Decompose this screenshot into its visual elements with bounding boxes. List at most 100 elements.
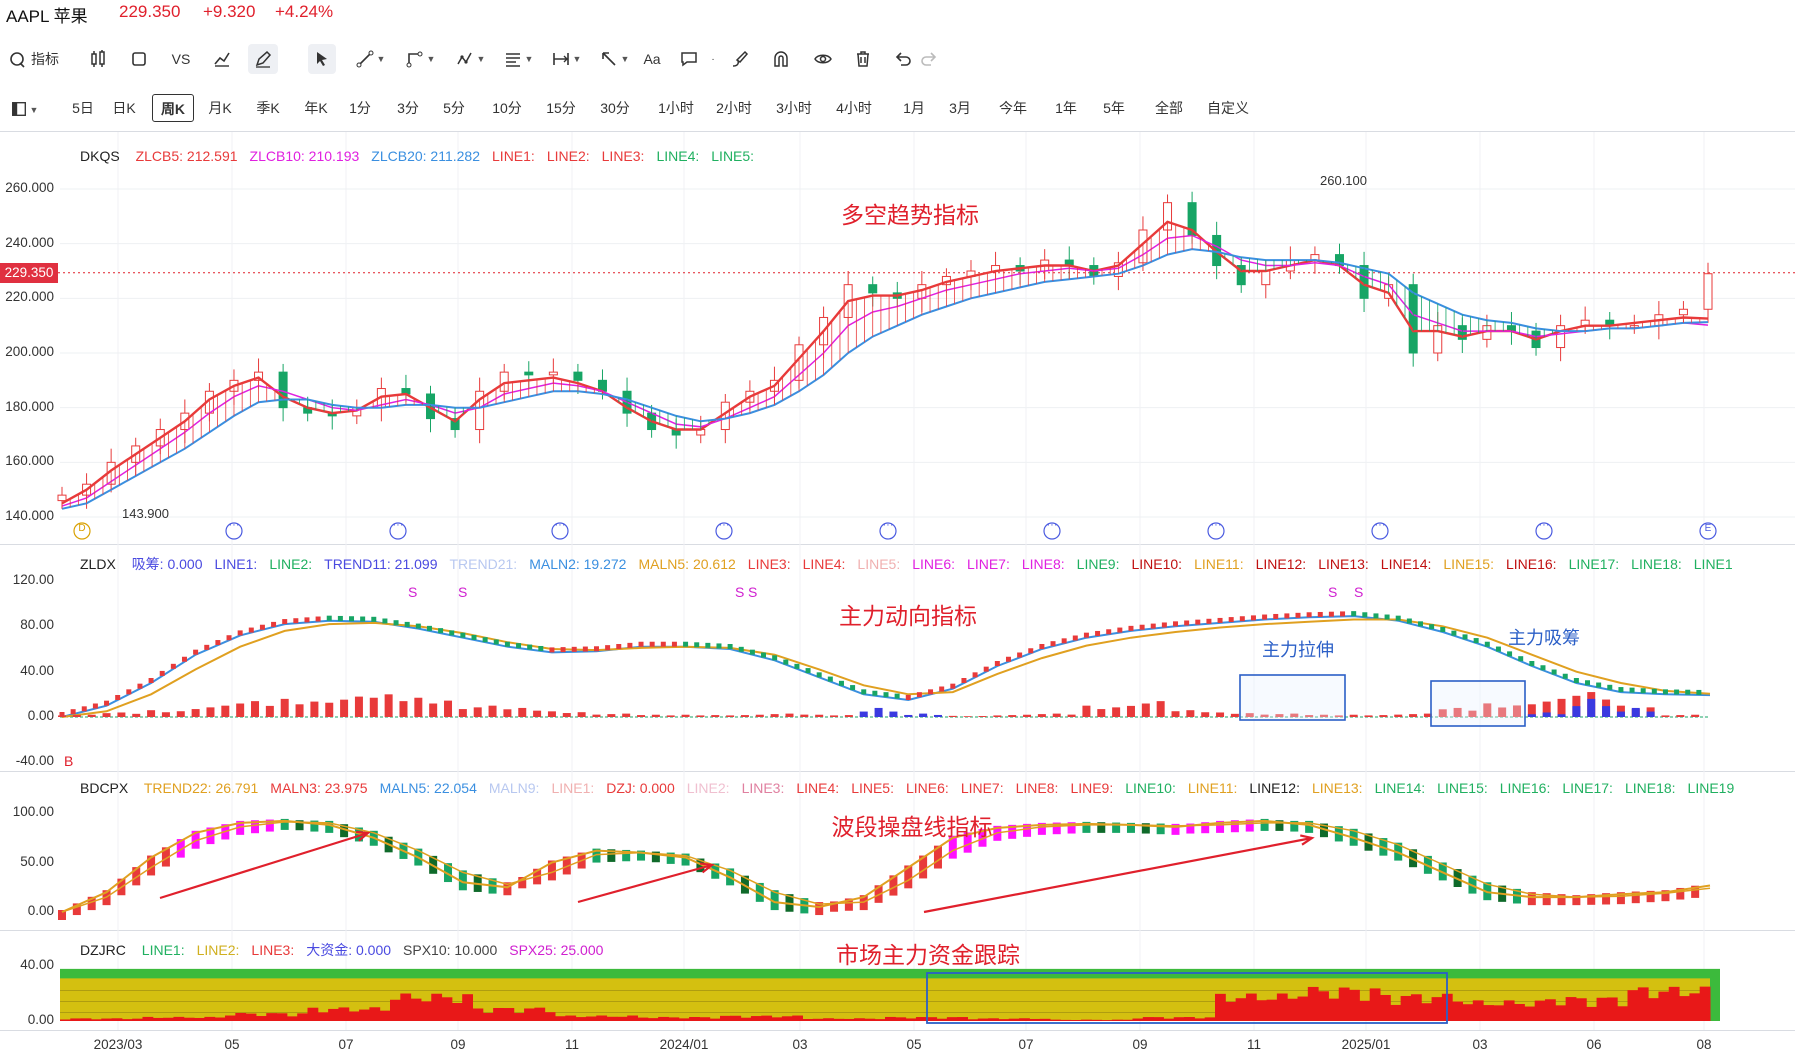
legend-item: LINE2:: [546, 148, 590, 164]
dzjrc-red-bar: [812, 1018, 824, 1021]
zldx-red-bar: [844, 715, 853, 717]
zldx-dot: [627, 642, 633, 648]
zldx-red-bar: [1230, 713, 1239, 717]
zldx-dot: [159, 670, 165, 676]
y-tick-label: 240.000: [5, 234, 54, 250]
zldx-red-bar: [637, 715, 646, 717]
legend-item: LINE16:: [1505, 556, 1557, 572]
zldx-red-bar: [191, 709, 200, 717]
y-tick-label: 160.000: [5, 453, 54, 469]
zldx-dot: [738, 646, 744, 652]
event-marker-label: ···: [718, 519, 730, 531]
dzjrc-red-bar: [1349, 989, 1360, 1021]
dzjrc-legend: DZJRC LINE1: LINE2: LINE3: 大资金: 0.000 SPX10:…: [80, 940, 627, 958]
zldx-red-bar: [547, 711, 556, 717]
dzjrc-red-bar: [740, 1017, 752, 1021]
zldx-red-bar: [325, 702, 334, 717]
zldx-dot: [282, 619, 288, 625]
dzjrc-red-bar: [1689, 993, 1701, 1021]
dzjrc-red-bar: [1617, 1006, 1628, 1021]
zldx-dot: [772, 655, 778, 661]
legend-item: LINE5:: [711, 148, 755, 164]
candle-body: [1703, 273, 1713, 310]
zldx-dot: [1317, 611, 1323, 617]
dzjrc-red-bar: [441, 997, 453, 1021]
legend-item: LINE12:: [1255, 556, 1307, 572]
zldx-dot: [638, 641, 644, 647]
zldx-dot: [850, 685, 856, 691]
dzjrc-red-bar: [1514, 1003, 1525, 1021]
zldx-red-bar: [295, 704, 304, 717]
legend-item: TREND11: 21.099: [324, 556, 438, 572]
dzjrc-red-bar: [513, 1013, 525, 1021]
dzjrc-red-bar: [957, 1017, 968, 1021]
legend-item: 大资金: 0.000: [306, 942, 392, 958]
event-marker-label: ···: [882, 519, 894, 531]
dzjrc-red-bar: [699, 1017, 711, 1021]
dzjrc-red-bar: [1565, 997, 1577, 1021]
zldx-red-bar: [147, 710, 156, 717]
zldx-red-bar: [1186, 710, 1195, 717]
dzjrc-red-bar: [255, 1016, 267, 1021]
dzjrc-red-bar: [1091, 1019, 1103, 1021]
dzjrc-red-bar: [1483, 1005, 1494, 1021]
zldx-dot: [1518, 656, 1524, 662]
zldx-red-bar: [1364, 715, 1373, 717]
zldx-dot: [426, 625, 432, 631]
zldx-dot: [137, 683, 143, 689]
event-marker-label: ···: [228, 519, 240, 531]
sell-marker: S: [735, 584, 745, 600]
zldx-dot: [1206, 618, 1212, 624]
dzjrc-red-bar: [451, 1003, 463, 1021]
zldx-legend: ZLDX 吸筹: 0.000 LINE1: LINE2: TREND11: 21.09…: [80, 554, 1757, 572]
dzjrc-red-bar: [596, 1015, 608, 1021]
dzjrc-red-bar: [1328, 998, 1340, 1021]
zldx-dot: [928, 689, 934, 695]
zldx-red-bar: [58, 715, 66, 717]
dzjrc-red-bar: [111, 1018, 123, 1021]
dzjrc-red-bar: [297, 1013, 308, 1021]
event-marker-label: ···: [1538, 519, 1550, 531]
zldx-red-bar: [1216, 712, 1225, 717]
zldx-dot: [315, 616, 321, 622]
dzjrc-red-bar: [1586, 1006, 1598, 1021]
dzjrc-red-bar: [1627, 990, 1639, 1021]
zldx-dot: [827, 676, 833, 682]
zldx-dot: [805, 668, 811, 674]
zldx-dot: [894, 693, 900, 699]
dzjrc-red-bar: [1245, 993, 1257, 1021]
x-tick-label: 09: [450, 1037, 466, 1052]
zldx-red-bar: [1676, 715, 1685, 717]
zldx-dot: [972, 672, 978, 678]
zldx-red-bar: [711, 715, 720, 717]
dzjrc-red-bar: [194, 1017, 205, 1021]
legend-item: LINE15:: [1443, 556, 1494, 572]
pull-up-box: [1239, 674, 1346, 721]
zldx-red-bar: [1067, 714, 1076, 717]
y-tick-label: 260.000: [5, 180, 54, 195]
zldx-dot: [549, 647, 555, 653]
zldx-dot: [1406, 618, 1412, 624]
zldx-dot: [504, 641, 510, 647]
dzjrc-red-bar: [1668, 986, 1680, 1021]
zldx-blue-bar: [933, 714, 942, 717]
dzjrc-red-bar: [668, 1017, 680, 1021]
zldx-dot: [838, 680, 844, 686]
event-marker-label: D: [78, 523, 86, 534]
legend-item: LINE3:: [741, 780, 785, 796]
zldx-red-bar: [414, 697, 423, 717]
dzjrc-red-bar: [235, 1012, 247, 1021]
ma-line-zlcb20: [61, 248, 1709, 510]
zldx-dot: [115, 695, 121, 700]
zldx-dot: [248, 627, 254, 633]
y-tick-label: 100.00: [12, 804, 54, 819]
dzjrc-red-bar: [946, 1017, 958, 1021]
event-marker-label: ···: [1046, 519, 1058, 531]
zldx-red-bar: [310, 701, 319, 717]
zldx-blue-bar: [1572, 706, 1581, 717]
zldx-dot: [1662, 689, 1668, 695]
zldx-red-bar: [176, 711, 185, 717]
ma-line-zlcb5: [61, 220, 1709, 505]
zldx-dot: [649, 641, 655, 647]
x-tick-label: 11: [1246, 1037, 1262, 1052]
